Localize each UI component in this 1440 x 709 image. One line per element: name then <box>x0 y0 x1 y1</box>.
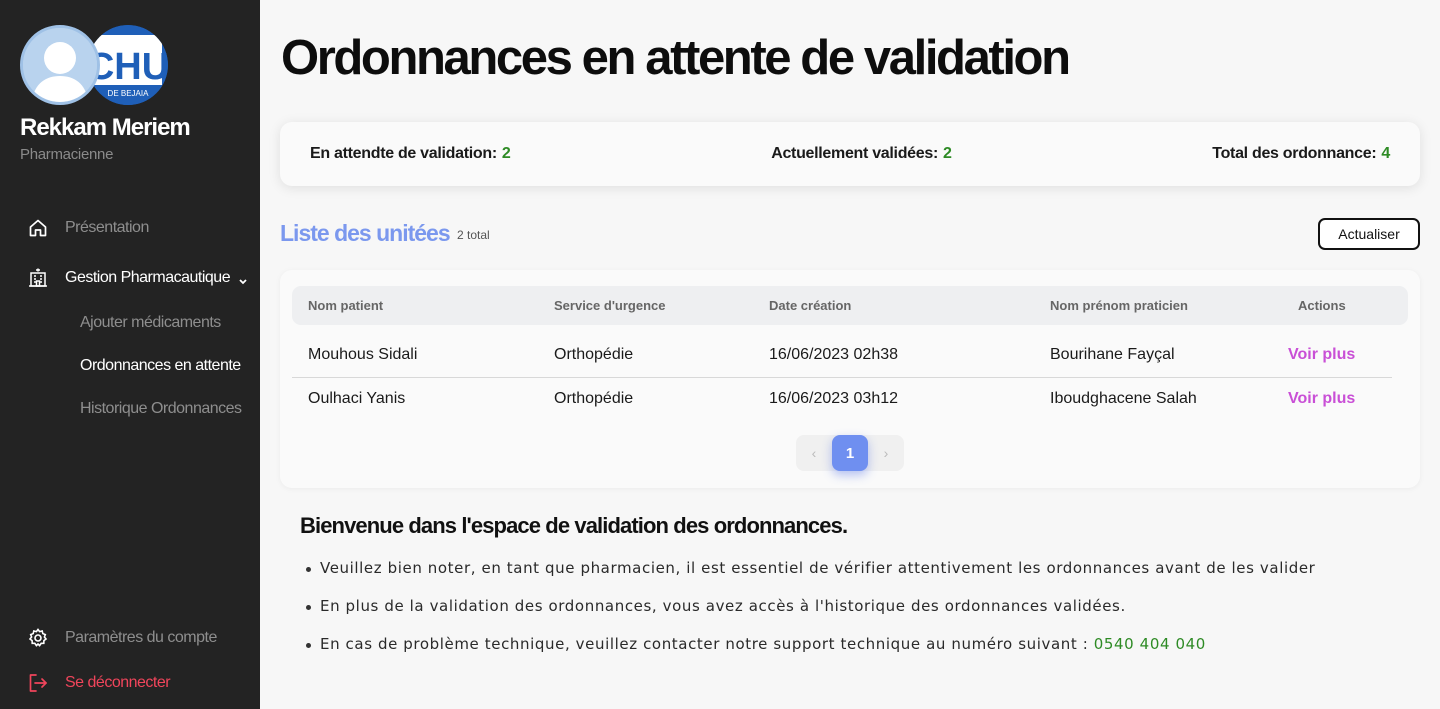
chevron-down-icon <box>238 273 248 285</box>
nav-item-label: Gestion Pharmacautique <box>65 269 231 286</box>
table-row: Mouhous Sidali Orthopédie 16/06/2023 02h… <box>292 334 1392 378</box>
info-notes: Veuillez bien noter, en tant que pharmac… <box>305 559 1316 673</box>
support-text: En cas de problème technique, veuillez c… <box>320 635 1089 653</box>
chevron-left-icon[interactable]: ‹ <box>806 444 822 462</box>
hospital-logo: CHU DE BEJAIA <box>88 25 168 105</box>
sidebar: CHU DE BEJAIA Rekkam Meriem Pharmacienne… <box>0 0 260 709</box>
stat-total-label: Total des ordonnance: <box>1212 145 1377 162</box>
page-title: Ordonnances en attente de validation <box>281 31 1071 85</box>
user-role: Pharmacienne <box>20 146 114 163</box>
cell-date: 16/06/2023 02h38 <box>769 346 899 363</box>
svg-text:CHU: CHU <box>88 46 168 88</box>
stat-total: Total des ordonnance: 4 <box>1212 145 1390 163</box>
stat-pending-label: En attendte de validation: <box>310 145 497 162</box>
nav-item-label: Paramètres du compte <box>65 629 217 646</box>
stat-validated-value: 2 <box>943 145 952 162</box>
prescriptions-table: Nom patient Service d'urgence Date créat… <box>280 270 1420 488</box>
nav-item-gestion-pharmaceutique[interactable]: Gestion Pharmacautique <box>28 266 248 290</box>
column-header-date: Date création <box>769 298 852 313</box>
cell-patient: Oulhaci Yanis <box>308 390 406 407</box>
chevron-right-icon[interactable]: › <box>878 444 894 462</box>
column-header-patient: Nom patient <box>308 298 384 313</box>
avatar[interactable] <box>20 25 100 105</box>
user-name: Rekkam Meriem <box>20 114 191 141</box>
svg-text:DE BEJAIA: DE BEJAIA <box>108 89 150 98</box>
support-phone: 0540 404 040 <box>1093 635 1206 653</box>
home-icon <box>28 218 48 238</box>
column-header-practitioner: Nom prénom praticien <box>1050 298 1188 313</box>
note-text: En plus de la validation des ordonnances… <box>320 597 1126 615</box>
view-more-link[interactable]: Voir plus <box>1288 346 1355 364</box>
refresh-button[interactable]: Actualiser <box>1318 218 1420 250</box>
logout-icon <box>28 673 48 693</box>
hospital-icon <box>28 268 48 288</box>
welcome-title: Bienvenue dans l'espace de validation de… <box>300 513 848 538</box>
view-more-link[interactable]: Voir plus <box>1288 390 1355 408</box>
list-count: 2 total <box>457 228 490 242</box>
cell-service: Orthopédie <box>554 346 634 363</box>
sidebar-subitem-ajouter-medicaments[interactable]: Ajouter médicaments <box>80 314 221 332</box>
nav-item-account-settings[interactable]: Paramètres du compte <box>28 626 217 650</box>
page-button-current[interactable]: 1 <box>832 435 868 471</box>
list-item: En plus de la validation des ordonnances… <box>305 597 1315 635</box>
cell-patient: Mouhous Sidali <box>308 346 418 363</box>
sidebar-subitem-ordonnances-en-attente[interactable]: Ordonnances en attente <box>80 357 241 375</box>
cell-practitioner: Bourihane Fayçal <box>1050 346 1175 363</box>
nav-item-presentation[interactable]: Présentation <box>28 216 149 240</box>
column-header-service: Service d'urgence <box>554 298 666 313</box>
table-row: Oulhaci Yanis Orthopédie 16/06/2023 03h1… <box>292 378 1392 422</box>
stat-pending: En attendte de validation: 2 <box>310 145 511 163</box>
list-title: Liste des unitées <box>280 220 451 246</box>
stat-validated-label: Actuellement validées: <box>771 145 938 162</box>
stats-card: En attendte de validation: 2 Actuellement… <box>280 122 1420 186</box>
logout-label: Se déconnecter <box>65 674 171 691</box>
note-text: Veuillez bien noter, en tant que pharmac… <box>320 559 1316 577</box>
stat-total-value: 4 <box>1381 145 1390 162</box>
table-header: Nom patient Service d'urgence Date créat… <box>292 286 1408 325</box>
cell-practitioner: Iboudghacene Salah <box>1050 390 1197 407</box>
sidebar-subitem-historique-ordonnances[interactable]: Historique Ordonnances <box>80 400 242 418</box>
avatar-group: CHU DE BEJAIA <box>20 25 170 105</box>
list-item: Veuillez bien noter, en tant que pharmac… <box>305 559 1316 597</box>
cell-service: Orthopédie <box>554 390 634 407</box>
nav-item-label: Présentation <box>65 219 149 236</box>
pagination: ‹ 1 › <box>796 435 904 471</box>
column-header-actions: Actions <box>1298 298 1346 313</box>
stat-pending-value: 2 <box>501 145 511 162</box>
logout-button[interactable]: Se déconnecter <box>28 671 171 695</box>
cell-date: 16/06/2023 03h12 <box>769 390 899 407</box>
gear-icon <box>28 628 48 648</box>
list-item: En cas de problème technique, veuillez c… <box>305 635 1315 673</box>
stat-validated: Actuellement validées: 2 <box>771 145 952 163</box>
